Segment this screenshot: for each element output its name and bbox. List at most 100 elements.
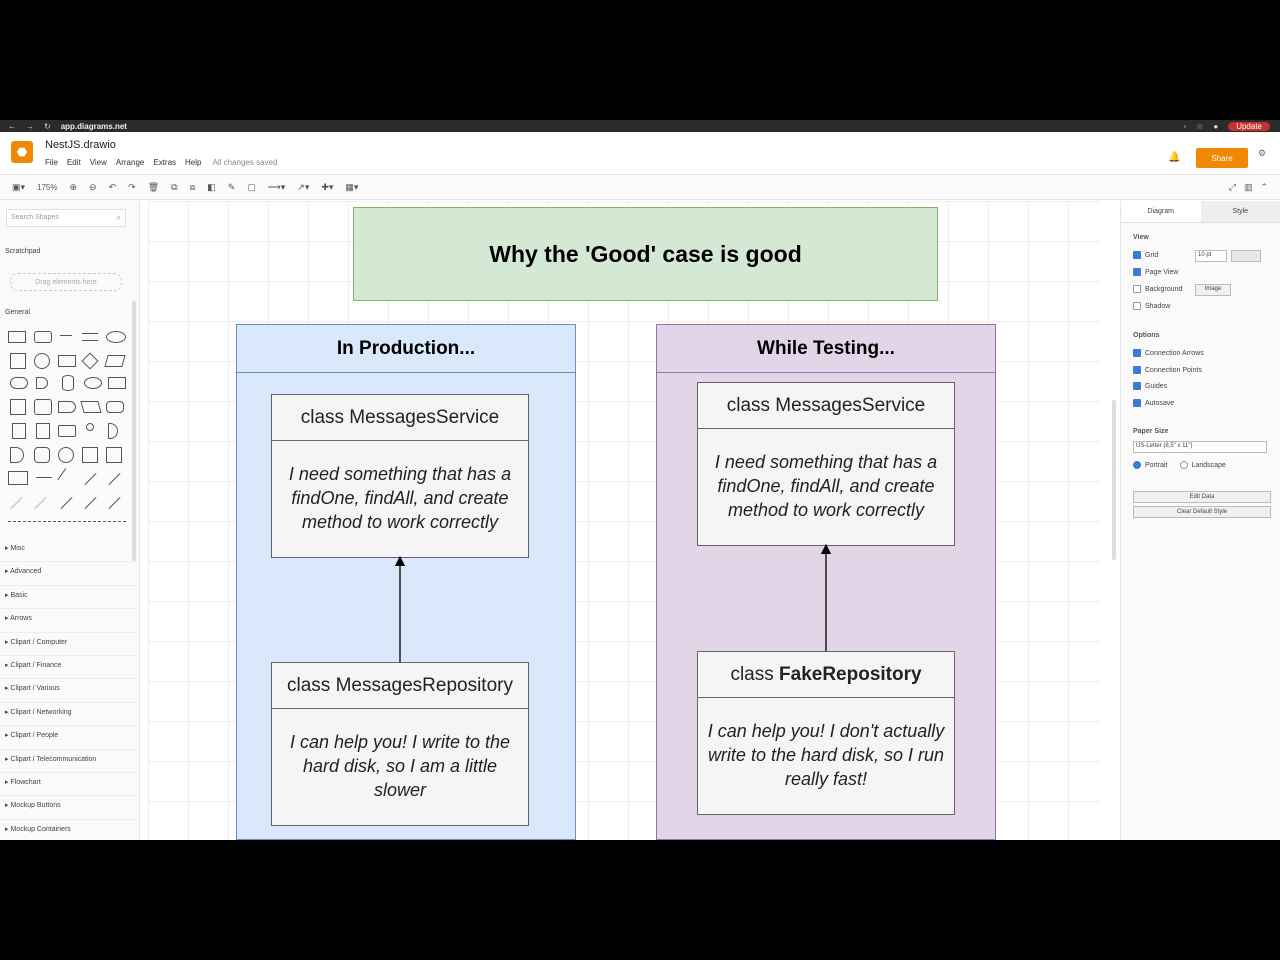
- library-flowchart[interactable]: ▸ Flowchart: [0, 773, 140, 797]
- fullscreen-icon[interactable]: ⤢: [1229, 182, 1236, 193]
- dotted-line-shape-icon[interactable]: [34, 496, 47, 510]
- menu-file[interactable]: File: [45, 158, 58, 167]
- cube-shape-icon[interactable]: [34, 399, 52, 415]
- container-shape-icon[interactable]: [82, 447, 98, 463]
- production-service-class[interactable]: class MessagesService I need something t…: [271, 394, 529, 558]
- parallelogram-shape-icon[interactable]: [104, 355, 126, 367]
- library-arrows[interactable]: ▸ Arrows: [0, 609, 140, 633]
- cylinder-shape-icon[interactable]: [62, 375, 74, 391]
- connection-arrows-checkbox[interactable]: [1133, 349, 1141, 357]
- card-shape-icon[interactable]: [36, 423, 50, 439]
- triangle-shape-icon[interactable]: [36, 377, 48, 389]
- connector-shape-icon[interactable]: [60, 496, 73, 510]
- panel-toggle-icon[interactable]: ▣▾: [12, 182, 25, 193]
- trapezoid-shape-icon[interactable]: [80, 401, 102, 413]
- search-icon[interactable]: ⌕: [117, 213, 121, 223]
- line-color-icon[interactable]: ✎: [228, 182, 236, 193]
- file-name[interactable]: NestJS.drawio: [45, 139, 116, 151]
- insert-icon[interactable]: ✚▾: [321, 182, 333, 193]
- connection-points-option[interactable]: Connection Points: [1133, 366, 1202, 374]
- scratchpad-drop-zone[interactable]: Drag elements here: [10, 273, 122, 291]
- menu-help[interactable]: Help: [185, 158, 201, 167]
- general-header[interactable]: General: [5, 309, 30, 316]
- diagram-title-box[interactable]: Why the 'Good' case is good: [353, 207, 938, 301]
- dashed-connectors-row[interactable]: [8, 521, 126, 522]
- settings-icon[interactable]: ⚙: [1258, 148, 1266, 159]
- to-front-icon[interactable]: ⧉: [171, 182, 177, 193]
- table-icon[interactable]: ▦▾: [345, 182, 358, 193]
- undo-icon[interactable]: ↶: [109, 182, 117, 193]
- library-mockup-containers[interactable]: ▸ Mockup Containers: [0, 820, 140, 840]
- internal-storage-shape-icon[interactable]: [10, 399, 26, 415]
- connection-icon[interactable]: ⟶▾: [268, 182, 285, 193]
- to-back-icon[interactable]: ⧈: [190, 182, 196, 193]
- redo-icon[interactable]: ↷: [128, 182, 136, 193]
- document-shape-icon[interactable]: [108, 377, 126, 389]
- autosave-checkbox[interactable]: [1133, 399, 1141, 407]
- production-repository-class[interactable]: class MessagesRepository I can help you!…: [271, 662, 529, 826]
- autosave-option[interactable]: Autosave: [1133, 399, 1174, 407]
- share-button[interactable]: Share: [1196, 148, 1248, 168]
- circle-shape-icon[interactable]: [34, 353, 50, 369]
- guides-option[interactable]: Guides: [1133, 382, 1167, 390]
- format-panel-icon[interactable]: ▥: [1244, 182, 1253, 193]
- hexagon-shape-icon[interactable]: [10, 377, 28, 389]
- callout-shape-icon[interactable]: [58, 425, 76, 437]
- address-bar[interactable]: app.diagrams.net: [61, 122, 127, 131]
- directional-connector-icon[interactable]: [108, 496, 121, 510]
- background-option[interactable]: Background: [1133, 285, 1182, 293]
- process-shape-icon[interactable]: [58, 355, 76, 367]
- grid-size-input[interactable]: 10 pt: [1195, 250, 1227, 262]
- shadow-icon[interactable]: ▢: [247, 182, 256, 193]
- table-shape-icon[interactable]: [8, 471, 28, 485]
- portrait-radio[interactable]: [1133, 461, 1141, 469]
- rectangle-shape-icon[interactable]: [8, 331, 26, 343]
- ellipse-shape-icon[interactable]: [106, 331, 126, 343]
- library-clipart-finance[interactable]: ▸ Clipart / Finance: [0, 656, 140, 680]
- diamond-shape-icon[interactable]: [81, 352, 99, 370]
- link-shape-icon[interactable]: [84, 496, 97, 510]
- cloud-shape-icon[interactable]: [84, 377, 102, 389]
- shadow-checkbox[interactable]: [1133, 302, 1141, 310]
- scratchpad-header[interactable]: Scratchpad: [5, 248, 40, 255]
- star-icon[interactable]: ☆: [1196, 122, 1203, 131]
- bidirectional-arrow-icon[interactable]: [84, 472, 97, 486]
- and-shape-icon[interactable]: [10, 447, 24, 463]
- line-shape-icon[interactable]: [10, 496, 23, 510]
- library-mockup-buttons[interactable]: ▸ Mockup Buttons: [0, 796, 140, 820]
- zoom-in-icon[interactable]: ⊕: [70, 182, 78, 193]
- rounded-rectangle-shape-icon[interactable]: [34, 331, 52, 343]
- text-shape-icon[interactable]: [60, 335, 72, 336]
- bell-icon[interactable]: 🔔: [1168, 152, 1180, 163]
- back-icon[interactable]: ←: [8, 122, 16, 131]
- extension-icon[interactable]: ◦: [1183, 122, 1186, 131]
- clear-default-style-button[interactable]: Clear Default Style: [1133, 506, 1271, 518]
- tape-shape-icon[interactable]: [106, 401, 124, 413]
- menu-edit[interactable]: Edit: [67, 158, 81, 167]
- library-clipart-telecommunication[interactable]: ▸ Clipart / Telecommunication: [0, 750, 140, 773]
- image-button[interactable]: Image: [1195, 284, 1231, 296]
- delete-icon[interactable]: 🗑: [148, 182, 159, 193]
- dashed-line-shape-icon[interactable]: [36, 477, 52, 478]
- shadow-option[interactable]: Shadow: [1133, 302, 1170, 310]
- step-shape-icon[interactable]: [58, 401, 76, 413]
- note-shape-icon[interactable]: [12, 423, 26, 439]
- actor-shape-icon[interactable]: [86, 423, 94, 431]
- zoom-out-icon[interactable]: ⊖: [89, 182, 97, 193]
- connection-points-checkbox[interactable]: [1133, 366, 1141, 374]
- profile-icon[interactable]: ●: [1213, 122, 1218, 131]
- menu-arrange[interactable]: Arrange: [116, 158, 144, 167]
- library-misc[interactable]: ▸ Misc: [0, 539, 140, 563]
- search-shapes-input[interactable]: Search Shapes ⌕: [6, 209, 126, 227]
- paper-size-select[interactable]: US-Letter (8,5" x 11"): [1133, 441, 1267, 453]
- arrow-shape-icon[interactable]: [108, 472, 121, 486]
- background-checkbox[interactable]: [1133, 285, 1141, 293]
- update-button[interactable]: Update: [1228, 121, 1270, 131]
- canvas-scrollbar[interactable]: [1112, 400, 1116, 560]
- or-shape-icon[interactable]: [108, 423, 118, 439]
- edit-data-button[interactable]: Edit Data: [1133, 491, 1271, 503]
- collapse-icon[interactable]: ⌃: [1260, 182, 1268, 193]
- forward-icon[interactable]: →: [26, 122, 34, 131]
- library-basic[interactable]: ▸ Basic: [0, 586, 140, 610]
- connection-arrows-option[interactable]: Connection Arrows: [1133, 349, 1204, 357]
